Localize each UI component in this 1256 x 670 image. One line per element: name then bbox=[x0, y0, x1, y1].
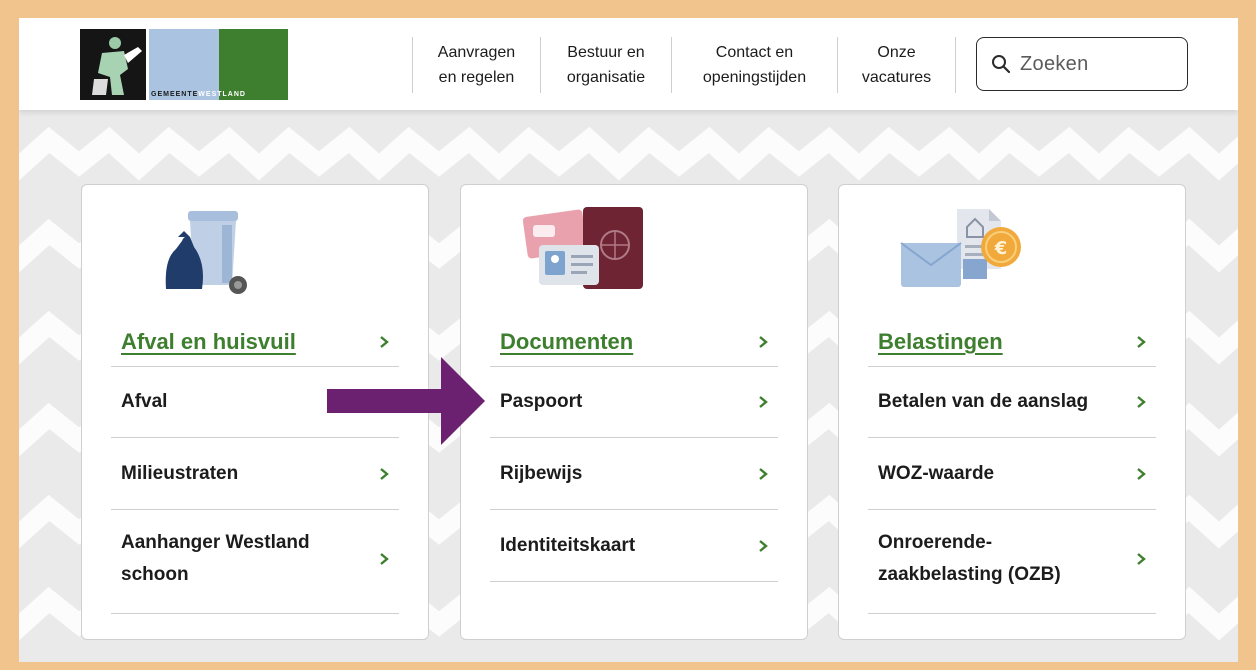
list-item-identiteitskaart[interactable]: Identiteitskaart bbox=[500, 529, 768, 563]
search-box[interactable]: Zoeken bbox=[976, 37, 1188, 91]
divider bbox=[111, 613, 399, 614]
svg-text:€: € bbox=[994, 238, 1008, 259]
chevron-right-icon bbox=[759, 336, 768, 348]
divider bbox=[868, 366, 1156, 367]
card-title-link[interactable]: Documenten bbox=[500, 317, 768, 367]
divider bbox=[111, 509, 399, 510]
nav-label-line2: vacatures bbox=[861, 69, 932, 86]
nav-label-line2: organisatie bbox=[566, 69, 646, 86]
logo-wordmark: GEMEENTEWESTLAND bbox=[151, 91, 246, 98]
divider bbox=[490, 581, 778, 582]
list-item-woz-waarde[interactable]: WOZ-waarde bbox=[878, 457, 1146, 491]
card-belastingen: € Belastingen Betalen van de aanslag WOZ… bbox=[838, 184, 1186, 640]
site-header: GEMEENTEWESTLAND Aanvragen en regelen Bes… bbox=[19, 18, 1238, 110]
main-nav: Aanvragen en regelen Bestuur en organisati… bbox=[412, 37, 956, 93]
nav-label-line2: en regelen bbox=[438, 69, 515, 86]
nav-onze-vacatures[interactable]: Onze vacatures bbox=[837, 37, 956, 93]
nav-label-line1: Onze bbox=[877, 44, 916, 61]
list-item-milieustraten[interactable]: Milieustraten bbox=[121, 457, 389, 491]
documents-icon bbox=[522, 207, 647, 296]
logo-text-left: GEMEENTE bbox=[151, 91, 199, 98]
card-title: Documenten bbox=[500, 329, 634, 354]
nav-label-line1: Bestuur en bbox=[567, 44, 645, 61]
taxes-icon: € bbox=[899, 207, 1029, 296]
waste-bin-icon bbox=[162, 207, 254, 300]
chevron-right-icon bbox=[1137, 336, 1146, 348]
nav-aanvragen-en-regelen[interactable]: Aanvragen en regelen bbox=[412, 37, 540, 93]
list-item-aanhanger-westland-schoon[interactable]: Aanhanger Westland schoon bbox=[121, 525, 389, 593]
list-item-label: Onroerende-zaakbelasting (OZB) bbox=[878, 532, 1061, 585]
list-item-rijbewijs[interactable]: Rijbewijs bbox=[500, 457, 768, 491]
divider bbox=[868, 613, 1156, 614]
nav-label-line1: Aanvragen bbox=[437, 44, 516, 61]
logo-figure bbox=[80, 29, 146, 100]
list-item-label: Paspoort bbox=[500, 391, 583, 412]
logo-green-block bbox=[219, 29, 288, 100]
nav-label-line1: Contact en bbox=[715, 44, 794, 61]
list-item-paspoort[interactable]: Paspoort bbox=[500, 385, 768, 419]
divider bbox=[868, 509, 1156, 510]
card-documenten: Documenten Paspoort Rijbewijs Identiteit… bbox=[460, 184, 808, 640]
nav-label-line2: openingstijden bbox=[702, 69, 807, 86]
chevron-right-icon bbox=[380, 336, 389, 348]
list-item-label: Rijbewijs bbox=[500, 463, 583, 484]
list-item-label: Afval bbox=[121, 391, 168, 412]
list-item-label: Aanhanger Westland schoon bbox=[121, 532, 310, 585]
list-item-label: Identiteitskaart bbox=[500, 535, 636, 556]
divider bbox=[868, 437, 1156, 438]
chevron-right-icon bbox=[759, 540, 768, 552]
logo-text-right: WESTLAND bbox=[198, 91, 246, 98]
list-item-label: WOZ-waarde bbox=[878, 463, 995, 484]
divider bbox=[490, 509, 778, 510]
divider bbox=[490, 437, 778, 438]
list-item-label: Betalen van de aanslag bbox=[878, 391, 1089, 412]
chevron-right-icon bbox=[759, 396, 768, 408]
chevron-right-icon bbox=[380, 553, 389, 565]
chevron-right-icon bbox=[1137, 396, 1146, 408]
nav-bestuur-en-organisatie[interactable]: Bestuur en organisatie bbox=[540, 37, 671, 93]
search-placeholder: Zoeken bbox=[1020, 52, 1089, 75]
chevron-right-icon bbox=[1137, 468, 1146, 480]
page-frame: GEMEENTEWESTLAND Aanvragen en regelen Bes… bbox=[19, 18, 1238, 662]
nav-contact-en-openingstijden[interactable]: Contact en openingstijden bbox=[671, 37, 837, 93]
chevron-right-icon bbox=[380, 468, 389, 480]
list-item-betalen-van-de-aanslag[interactable]: Betalen van de aanslag bbox=[878, 385, 1146, 419]
card-title: Afval en huisvuil bbox=[121, 329, 296, 354]
list-item-label: Milieustraten bbox=[121, 463, 239, 484]
search-icon bbox=[992, 55, 1011, 74]
card-title: Belastingen bbox=[878, 329, 1003, 354]
chevron-right-icon bbox=[759, 468, 768, 480]
list-item-onroerende-zaakbelasting[interactable]: Onroerende-zaakbelasting (OZB) bbox=[878, 525, 1146, 593]
divider bbox=[490, 366, 778, 367]
card-title-link[interactable]: Belastingen bbox=[878, 317, 1146, 367]
logo-blue-block bbox=[149, 29, 219, 100]
gemeente-westland-logo[interactable]: GEMEENTEWESTLAND bbox=[80, 29, 290, 100]
purple-arrow-icon bbox=[327, 357, 485, 445]
chevron-right-icon bbox=[1137, 553, 1146, 565]
